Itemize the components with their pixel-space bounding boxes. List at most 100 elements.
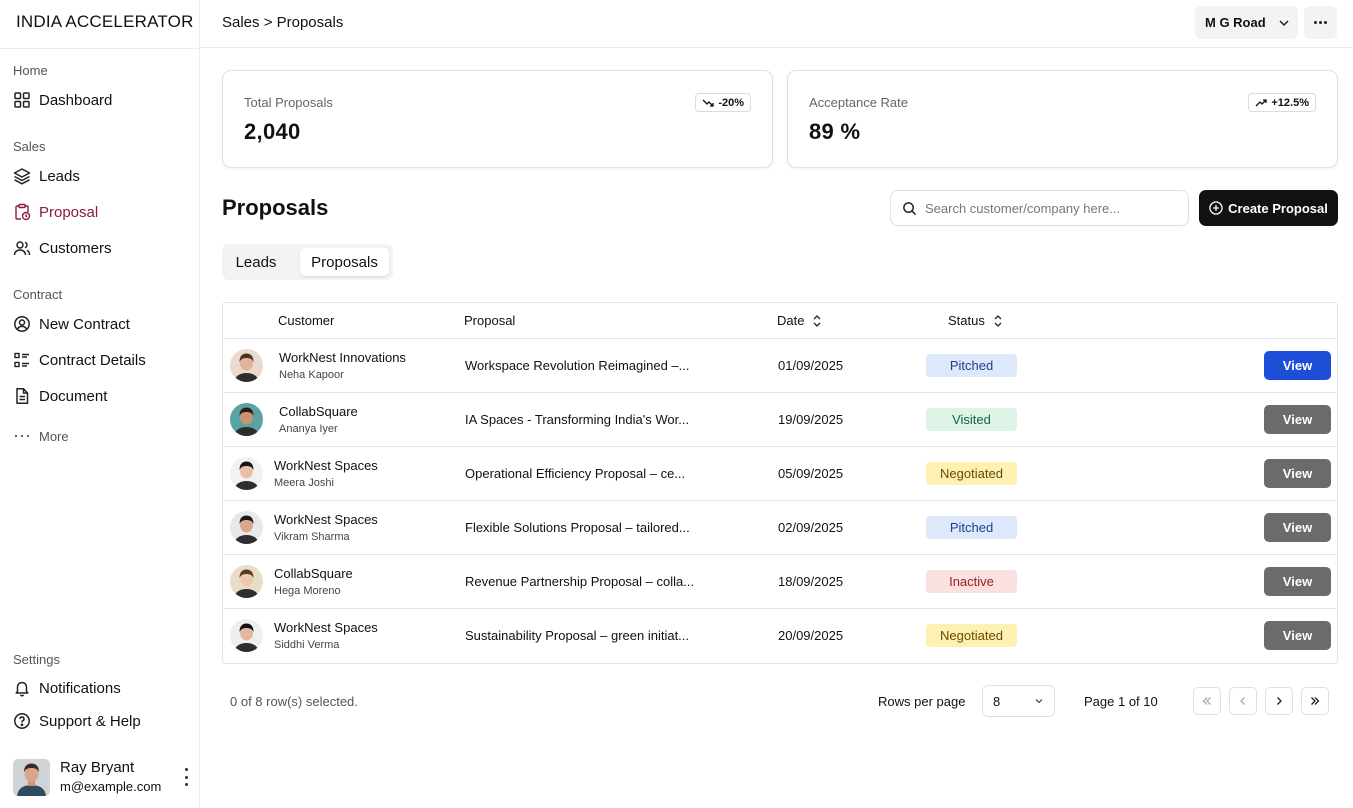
avatar: [230, 565, 263, 598]
document-icon: [16, 388, 29, 404]
customer-person: Siddhi Verma: [274, 639, 340, 651]
table-row[interactable]: WorkNest Spaces Meera Joshi Operational Ef…: [223, 447, 1337, 501]
table-header: Customer Proposal Date Status: [223, 303, 1337, 339]
tab-leads[interactable]: Leads: [226, 248, 286, 276]
view-button[interactable]: View: [1264, 567, 1331, 596]
table-row[interactable]: CollabSquare Hega Moreno Revenue Partnersh…: [223, 555, 1337, 609]
divider: [0, 48, 200, 49]
proposal-title: Sustainability Proposal – green initiat.…: [465, 628, 690, 643]
search-icon: [903, 201, 917, 215]
section-label-home: Home: [13, 63, 48, 78]
list-details-icon: [14, 352, 29, 368]
chevron-right-icon: [1277, 697, 1282, 705]
user-menu-icon[interactable]: [179, 768, 193, 786]
customer-company: WorkNest Innovations: [279, 350, 406, 365]
chevrons-left-icon: [1202, 697, 1211, 705]
customer-company: WorkNest Spaces: [274, 620, 378, 635]
sidebar-item-label: Customers: [39, 239, 112, 257]
customer-person: Meera Joshi: [274, 477, 334, 489]
previous-page-button[interactable]: [1229, 687, 1257, 715]
page-title: Proposals: [222, 195, 329, 220]
next-page-button[interactable]: [1265, 687, 1293, 715]
table-row[interactable]: CollabSquare Ananya Iyer IA Spaces - Trans…: [223, 393, 1337, 447]
stat-value: 89 %: [809, 119, 861, 144]
sidebar-item-label: New Contract: [39, 315, 130, 333]
trend-badge: +12.5%: [1248, 93, 1316, 112]
layers-icon: [13, 168, 31, 185]
trend-badge: -20%: [695, 93, 751, 112]
proposal-title: Operational Efficiency Proposal – ce...: [465, 466, 686, 481]
rows-per-page-label: Rows per page: [878, 694, 966, 709]
user-profile[interactable]: Ray Bryant m@example.com: [13, 758, 193, 796]
rows-per-page-select[interactable]: 8: [982, 685, 1055, 717]
stat-label: Acceptance Rate: [809, 95, 909, 110]
column-header-date[interactable]: Date: [777, 313, 822, 328]
sidebar-item-label: Contract Details: [39, 351, 146, 369]
column-header-status[interactable]: Status: [948, 313, 1003, 328]
view-button[interactable]: View: [1264, 513, 1331, 542]
avatar: [230, 403, 263, 436]
sidebar-item-label: Document: [39, 387, 108, 405]
status-badge: Negotiated: [926, 462, 1017, 485]
help-circle-icon: [14, 713, 30, 729]
sort-icon[interactable]: [993, 314, 1003, 328]
brand-logo: INDIA ACCELERATOR: [16, 12, 194, 31]
proposal-date: 18/09/2025: [778, 574, 844, 589]
customer-person: Ananya Iyer: [279, 423, 338, 435]
avatar: [230, 349, 263, 382]
branch-selector[interactable]: M G Road: [1195, 6, 1298, 39]
last-page-button[interactable]: [1301, 687, 1329, 715]
trend-value: +12.5%: [1271, 96, 1309, 109]
table-row[interactable]: WorkNest Innovations Neha Kapoor Workspace…: [223, 339, 1337, 393]
customer-company: CollabSquare: [279, 404, 358, 419]
trending-up-icon: [1255, 98, 1268, 106]
view-button[interactable]: View: [1264, 621, 1331, 650]
sidebar-item-document[interactable]: Document: [13, 385, 107, 407]
sidebar-item-leads[interactable]: Leads: [13, 165, 80, 187]
plus-circle-icon: [1209, 201, 1223, 215]
status-badge: Inactive: [926, 570, 1017, 593]
first-page-button[interactable]: [1193, 687, 1221, 715]
sidebar-item-notifications[interactable]: Notifications: [13, 677, 121, 699]
sidebar-item-dashboard[interactable]: Dashboard: [13, 89, 112, 111]
selection-count: 0 of 8 row(s) selected.: [230, 694, 358, 709]
sidebar: INDIA ACCELERATOR Home Dashboard Sales L…: [0, 0, 200, 808]
sidebar-item-support[interactable]: Support & Help: [13, 710, 141, 732]
search-box[interactable]: [890, 190, 1189, 226]
avatar: [13, 758, 50, 796]
chevrons-right-icon: [1311, 697, 1320, 705]
ellipsis-icon: [14, 434, 30, 438]
stat-card-acceptance-rate: Acceptance Rate 89 % +12.5%: [787, 70, 1338, 168]
table-row[interactable]: WorkNest Spaces Siddhi Verma Sustainabilit…: [223, 609, 1337, 663]
sidebar-item-proposal[interactable]: Proposal: [13, 201, 98, 223]
more-options-button[interactable]: [1304, 6, 1337, 39]
view-button[interactable]: View: [1264, 405, 1331, 434]
dashboard-icon: [14, 92, 30, 108]
sidebar-item-label: Leads: [39, 167, 80, 185]
avatar: [230, 511, 263, 544]
proposal-title: Workspace Revolution Reimagined –...: [465, 358, 690, 373]
stat-card-total-proposals: Total Proposals 2,040 -20%: [222, 70, 773, 168]
sidebar-item-label: More: [39, 428, 69, 444]
sidebar-item-customers[interactable]: Customers: [13, 237, 112, 259]
sidebar-item-new-contract[interactable]: New Contract: [13, 313, 130, 335]
proposal-date: 02/09/2025: [778, 520, 844, 535]
view-button[interactable]: View: [1264, 351, 1331, 380]
proposal-date: 19/09/2025: [778, 412, 844, 427]
create-proposal-button[interactable]: Create Proposal: [1199, 190, 1338, 226]
tab-proposals[interactable]: Proposals: [300, 248, 389, 276]
sidebar-item-contract-details[interactable]: Contract Details: [13, 349, 146, 371]
sort-icon[interactable]: [812, 314, 822, 328]
users-icon: [13, 241, 31, 256]
search-input[interactable]: [925, 200, 1175, 216]
user-name: Ray Bryant: [60, 759, 135, 776]
column-header-customer: Customer: [278, 313, 335, 328]
sidebar-item-label: Notifications: [39, 679, 121, 697]
proposal-date: 01/09/2025: [778, 358, 844, 373]
table-row[interactable]: WorkNest Spaces Vikram Sharma Flexible Sol…: [223, 501, 1337, 555]
customer-company: CollabSquare: [274, 566, 353, 581]
stat-value: 2,040: [244, 119, 301, 144]
section-label-contract: Contract: [13, 287, 63, 302]
sidebar-item-more[interactable]: More: [13, 425, 69, 447]
view-button[interactable]: View: [1264, 459, 1331, 488]
